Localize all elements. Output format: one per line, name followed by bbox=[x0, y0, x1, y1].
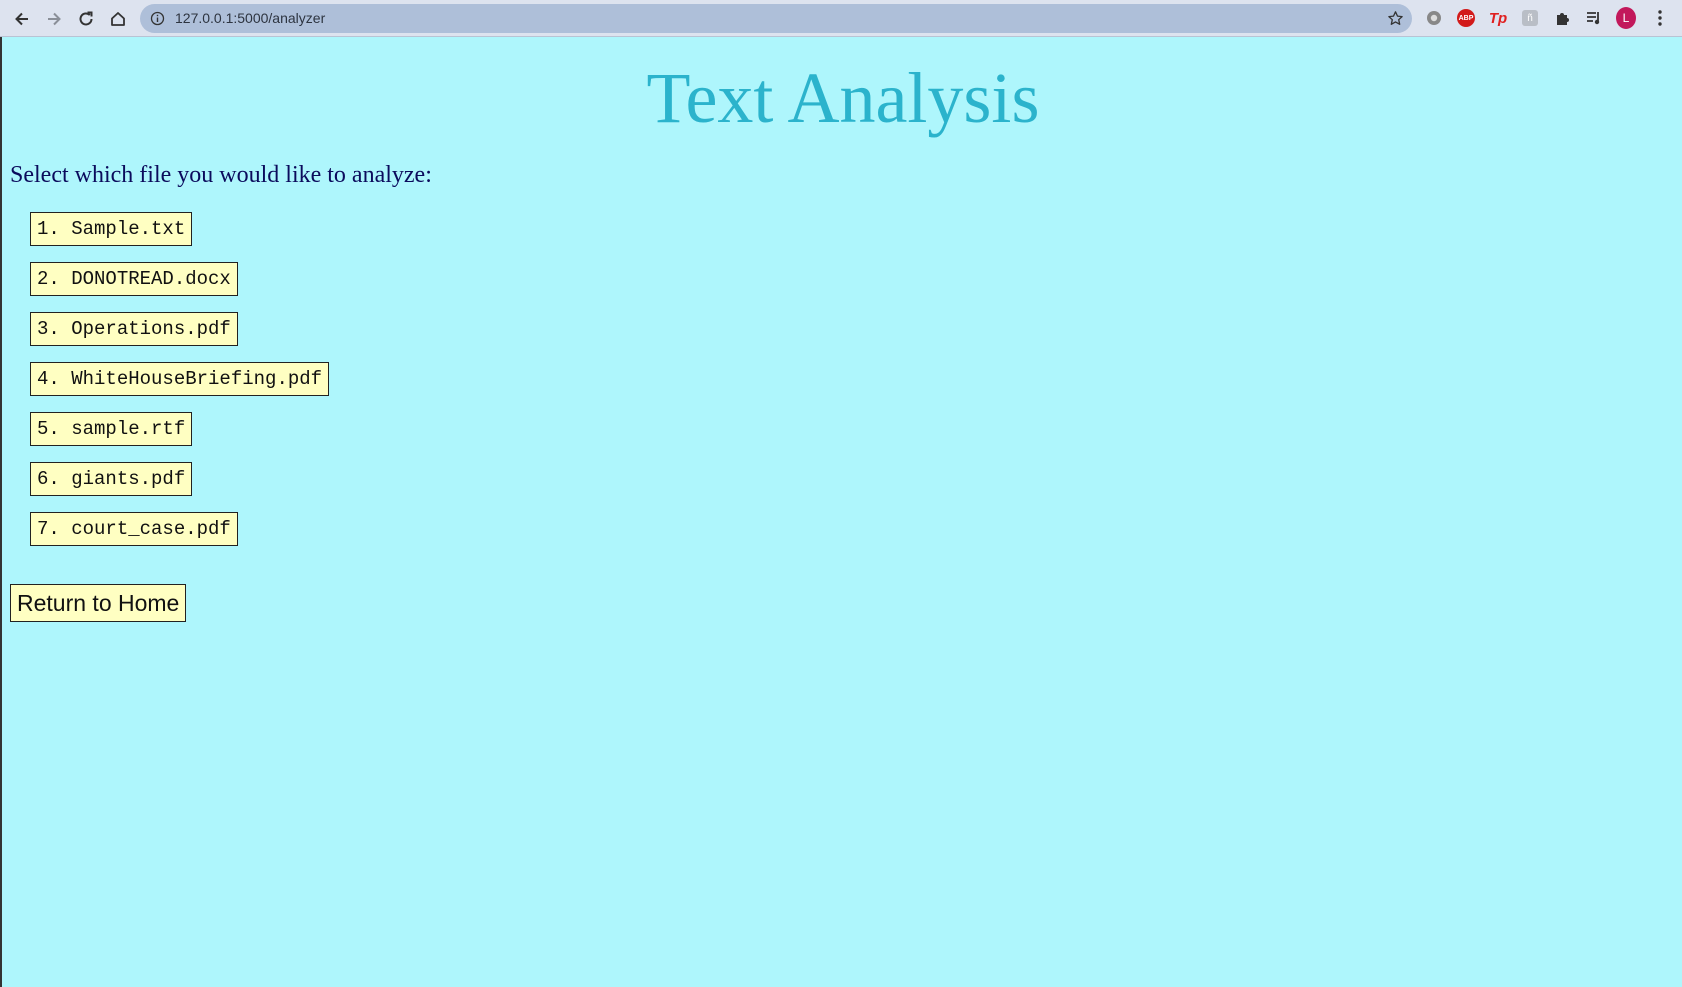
reload-button[interactable] bbox=[73, 6, 99, 32]
back-button[interactable] bbox=[9, 6, 35, 32]
select-file-prompt: Select which file you would like to anal… bbox=[10, 162, 432, 188]
page-body: Text Analysis Select which file you woul… bbox=[0, 37, 1682, 987]
file-button-giants-pdf[interactable]: 6. giants.pdf bbox=[30, 462, 193, 496]
tp-extension-icon[interactable]: Tp bbox=[1488, 8, 1508, 28]
settings-extension-icon[interactable] bbox=[1424, 8, 1444, 28]
home-button[interactable] bbox=[105, 6, 131, 32]
media-playlist-icon[interactable] bbox=[1584, 8, 1604, 28]
home-icon bbox=[111, 12, 125, 26]
profile-avatar[interactable]: L bbox=[1616, 7, 1636, 29]
adblock-extension-icon[interactable]: ABP bbox=[1456, 8, 1476, 28]
back-arrow-icon bbox=[15, 12, 28, 26]
file-button-whitehousebriefing-pdf[interactable]: 4. WhiteHouseBriefing.pdf bbox=[30, 362, 330, 396]
file-button-sample-txt[interactable]: 1. Sample.txt bbox=[30, 212, 193, 246]
grey-extension-icon[interactable]: ñ bbox=[1520, 8, 1540, 28]
address-bar[interactable]: 127.0.0.1:5000/analyzer bbox=[140, 4, 1412, 33]
page-title: Text Analysis bbox=[646, 58, 1040, 138]
browser-menu-icon[interactable] bbox=[1650, 8, 1670, 28]
forward-button[interactable] bbox=[41, 6, 67, 32]
browser-toolbar: 127.0.0.1:5000/analyzer ABP Tp ñ L bbox=[0, 0, 1682, 37]
url-text[interactable]: 127.0.0.1:5000/analyzer bbox=[175, 10, 325, 26]
file-button-court-case-pdf[interactable]: 7. court_case.pdf bbox=[30, 512, 238, 546]
bookmark-star-icon[interactable] bbox=[1387, 10, 1404, 27]
return-to-home-button[interactable]: Return to Home bbox=[10, 584, 187, 622]
extensions-puzzle-icon[interactable] bbox=[1552, 8, 1572, 28]
file-button-operations-pdf[interactable]: 3. Operations.pdf bbox=[30, 312, 238, 346]
reload-icon bbox=[79, 11, 93, 26]
file-button-donotread-docx[interactable]: 2. DONOTREAD.docx bbox=[30, 262, 238, 296]
forward-arrow-icon bbox=[48, 12, 61, 26]
info-icon[interactable] bbox=[150, 11, 165, 26]
file-button-sample-rtf[interactable]: 5. sample.rtf bbox=[30, 412, 193, 446]
